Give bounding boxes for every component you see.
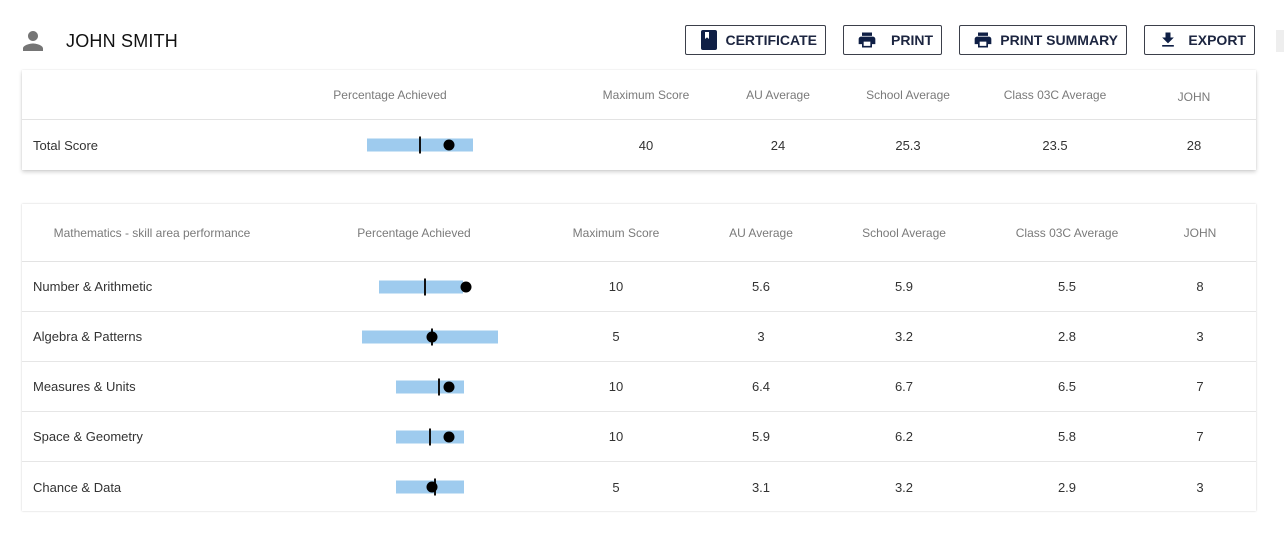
export-button[interactable]: EXPORT — [1144, 25, 1255, 55]
max-score-cell: 10 — [608, 379, 624, 394]
average-marker — [429, 428, 432, 445]
school-average-cell: 25.3 — [895, 137, 921, 153]
percentage-bar — [330, 462, 500, 512]
student-score-cell: 8 — [1196, 279, 1204, 294]
table-row: Space & Geometry 10 5.9 6.2 5.8 7 — [22, 412, 1256, 462]
max-score-cell: 5 — [612, 479, 620, 495]
student-score-cell: 3 — [1196, 479, 1204, 495]
column-header-skill-area: Mathematics - skill area performance — [53, 225, 251, 240]
user-info: JOHN SMITH — [18, 26, 178, 56]
percentage-bar — [330, 412, 500, 461]
au-average-cell: 5.6 — [751, 279, 771, 294]
certificate-button[interactable]: CERTIFICATE — [685, 25, 826, 55]
student-marker — [426, 481, 438, 493]
student-marker — [443, 139, 455, 151]
printer-icon — [856, 29, 878, 51]
average-marker — [424, 278, 427, 295]
table-row: Algebra & Patterns 5 3 3.2 2.8 3 — [22, 312, 1256, 362]
column-header-percentage: Percentage Achieved — [333, 87, 447, 102]
column-header-max-score: Maximum Score — [572, 225, 660, 240]
average-marker — [419, 136, 422, 154]
student-name: JOHN SMITH — [66, 30, 178, 51]
table-row: Number & Arithmetic 10 5.6 5.9 5.5 8 — [22, 262, 1256, 312]
au-average-cell: 24 — [770, 137, 786, 153]
student-score-cell: 7 — [1196, 429, 1204, 444]
print-label: PRINT — [891, 32, 933, 48]
au-average-cell: 3.1 — [751, 479, 771, 495]
student-marker — [426, 331, 438, 342]
table-row: Chance & Data 5 3.1 3.2 2.9 3 — [22, 462, 1256, 512]
max-score-cell: 10 — [608, 429, 624, 444]
skill-area-table: Mathematics - skill area performance Per… — [22, 204, 1256, 511]
class-average-cell: 5.5 — [1057, 279, 1077, 294]
total-score-table: Percentage Achieved Maximum Score AU Ave… — [22, 70, 1256, 170]
row-label: Total Score — [33, 137, 99, 153]
bookmark-book-icon — [698, 29, 720, 51]
table-header: Percentage Achieved Maximum Score AU Ave… — [22, 70, 1256, 120]
row-label: Number & Arithmetic — [33, 279, 153, 294]
table-row: Total Score 40 24 25.3 23.5 28 — [22, 120, 1256, 170]
percentage-bar — [330, 312, 500, 361]
row-label: Space & Geometry — [33, 429, 143, 444]
range-bar — [379, 280, 463, 293]
column-header-class-average: Class 03C Average — [1015, 225, 1119, 240]
column-header-au-average: AU Average — [746, 87, 810, 102]
person-icon — [18, 26, 48, 56]
print-summary-button[interactable]: PRINT SUMMARY — [959, 25, 1127, 55]
school-average-cell: 5.9 — [894, 279, 914, 294]
column-header-au-average: AU Average — [729, 225, 793, 240]
class-average-cell: 23.5 — [1042, 137, 1068, 153]
school-average-cell: 6.2 — [894, 429, 914, 444]
download-icon — [1157, 29, 1179, 51]
class-average-cell: 2.9 — [1057, 479, 1077, 495]
max-score-cell: 5 — [612, 329, 620, 344]
au-average-cell: 3 — [757, 329, 765, 344]
student-marker — [443, 431, 455, 442]
au-average-cell: 6.4 — [751, 379, 771, 394]
certificate-label: CERTIFICATE — [725, 32, 817, 48]
row-label: Algebra & Patterns — [33, 329, 143, 344]
percentage-bar — [330, 120, 500, 170]
percentage-bar — [330, 262, 500, 311]
student-score-cell: 28 — [1186, 137, 1202, 153]
school-average-cell: 3.2 — [894, 329, 914, 344]
school-average-cell: 6.7 — [894, 379, 914, 394]
column-header-school-average: School Average — [862, 225, 946, 240]
column-header-student: JOHN — [1177, 89, 1211, 104]
student-marker — [460, 281, 472, 292]
table-header: Mathematics - skill area performance Per… — [22, 204, 1256, 262]
class-average-cell: 2.8 — [1057, 329, 1077, 344]
class-average-cell: 6.5 — [1057, 379, 1077, 394]
page-header: JOHN SMITH CERTIFICATE PRINT PRINT SUMMA… — [0, 0, 1284, 72]
max-score-cell: 10 — [608, 279, 624, 294]
printer-icon — [972, 29, 994, 51]
column-header-student: JOHN — [1183, 225, 1217, 240]
column-header-class-average: Class 03C Average — [1003, 87, 1107, 102]
student-score-cell: 7 — [1196, 379, 1204, 394]
student-score-cell: 3 — [1196, 329, 1204, 344]
school-average-cell: 3.2 — [894, 479, 914, 495]
average-marker — [437, 378, 440, 395]
percentage-bar — [330, 362, 500, 411]
print-button[interactable]: PRINT — [843, 25, 942, 55]
student-marker — [443, 381, 455, 392]
column-header-school-average: School Average — [866, 87, 950, 102]
table-row: Measures & Units 10 6.4 6.7 6.5 7 — [22, 362, 1256, 412]
export-label: EXPORT — [1188, 32, 1246, 48]
scrollbar-edge[interactable] — [1276, 30, 1284, 52]
class-average-cell: 5.8 — [1057, 429, 1077, 444]
column-header-percentage: Percentage Achieved — [357, 225, 471, 240]
print-summary-label: PRINT SUMMARY — [1000, 32, 1118, 48]
row-label: Measures & Units — [33, 379, 136, 394]
au-average-cell: 5.9 — [751, 429, 771, 444]
column-header-label — [22, 70, 302, 119]
max-score-cell: 40 — [638, 137, 654, 153]
column-header-max-score: Maximum Score — [602, 87, 690, 102]
row-label: Chance & Data — [33, 479, 122, 495]
